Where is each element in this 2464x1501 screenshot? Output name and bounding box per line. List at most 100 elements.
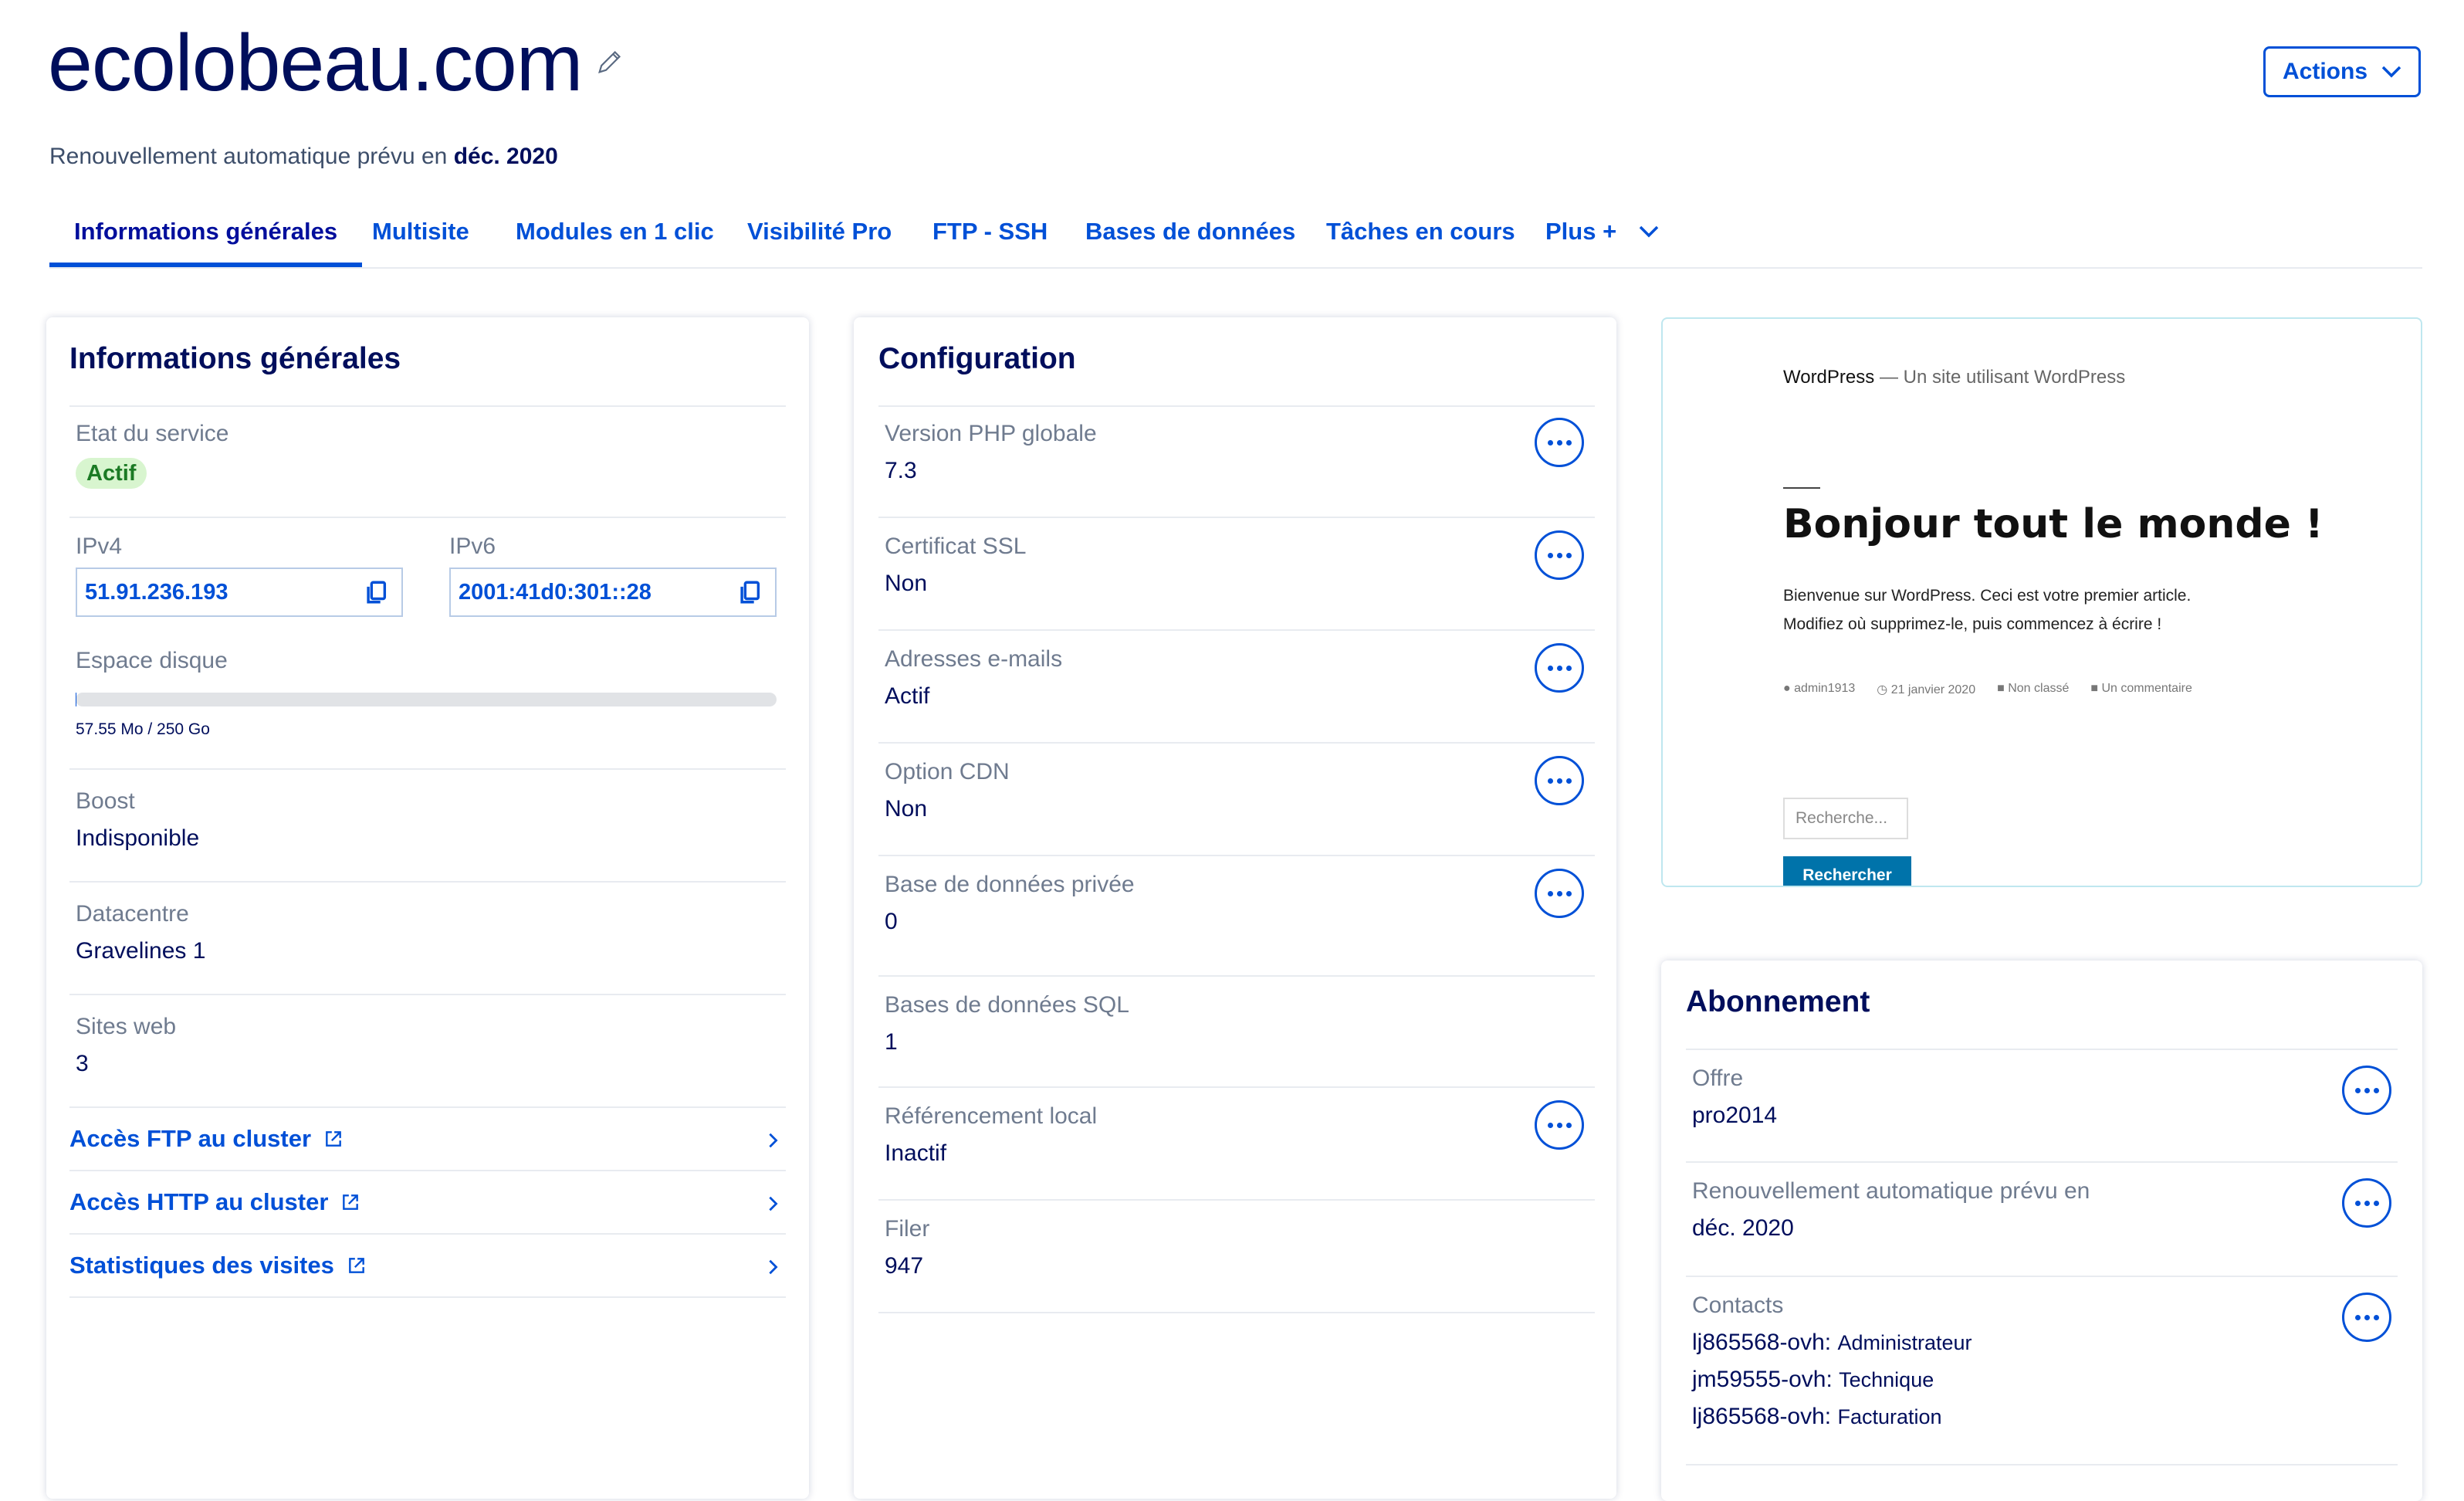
status-badge: Actif <box>76 458 147 489</box>
tab-divider <box>49 267 2422 269</box>
divider <box>69 994 786 995</box>
more-options-button[interactable] <box>1535 756 1584 805</box>
sql-db-label: Bases de données SQL <box>885 992 1129 1018</box>
more-options-button[interactable] <box>1535 869 1584 918</box>
websites-value: 3 <box>76 1051 89 1077</box>
divider <box>69 517 786 518</box>
more-options-button[interactable] <box>2342 1293 2391 1342</box>
card-title: Informations générales <box>69 342 401 376</box>
divider <box>878 742 1595 744</box>
tab-bar: Informations générales Multisite Modules… <box>49 208 2422 270</box>
ipv6-label: IPv6 <box>449 534 496 560</box>
more-options-button[interactable] <box>1535 643 1584 693</box>
emails-label: Adresses e-mails <box>885 646 1062 673</box>
copy-icon[interactable] <box>736 579 763 605</box>
page-title: ecolobeau.com <box>48 17 582 110</box>
filer-value: 947 <box>885 1253 923 1279</box>
private-db-label: Base de données privée <box>885 872 1135 898</box>
renewal-date: déc. 2020 <box>454 144 558 169</box>
external-link-icon <box>340 1192 360 1212</box>
chevron-right-icon[interactable] <box>764 1259 781 1276</box>
ipv4-field[interactable]: 51.91.236.193 <box>76 568 403 617</box>
wp-post-meta: ● admin1913 ◷ 21 janvier 2020 ■ Non clas… <box>1783 682 2192 697</box>
ssl-value: Non <box>885 571 927 597</box>
divider <box>878 975 1595 977</box>
external-link-icon <box>323 1129 344 1149</box>
disk-space-label: Espace disque <box>76 648 228 674</box>
php-version-label: Version PHP globale <box>885 421 1097 447</box>
divider <box>878 1199 1595 1201</box>
card-title: Configuration <box>878 342 1076 376</box>
wp-search-input: Recherche... <box>1783 798 1908 839</box>
more-options-button[interactable] <box>1535 418 1584 467</box>
tab-plus[interactable]: Plus + <box>1545 208 1660 268</box>
datacenter-value: Gravelines 1 <box>76 938 205 964</box>
card-title: Abonnement <box>1686 985 1870 1019</box>
contact-billing: lj865568-ovh: Facturation <box>1692 1404 1942 1430</box>
tab-informations-generales[interactable]: Informations générales <box>49 208 362 268</box>
disk-usage-bar <box>76 693 777 706</box>
visit-stats-link[interactable]: Statistiques des visites <box>69 1252 367 1279</box>
private-db-value: 0 <box>885 909 898 935</box>
offer-value: pro2014 <box>1692 1103 1777 1129</box>
ftp-cluster-link[interactable]: Accès FTP au cluster <box>69 1125 344 1153</box>
divider <box>69 768 786 770</box>
php-version-value: 7.3 <box>885 458 917 484</box>
divider <box>1686 1464 2398 1465</box>
filer-label: Filer <box>885 1216 929 1242</box>
wp-divider <box>1783 487 1820 489</box>
tab-bases-de-donnees[interactable]: Bases de données <box>1085 208 1295 268</box>
chevron-right-icon[interactable] <box>764 1195 781 1212</box>
tab-ftp-ssh[interactable]: FTP - SSH <box>932 208 1048 268</box>
chevron-down-icon <box>2380 64 2403 80</box>
boost-label: Boost <box>76 788 135 815</box>
chevron-right-icon[interactable] <box>764 1132 781 1149</box>
ipv4-label: IPv4 <box>76 534 122 560</box>
wp-category: ■ Non classé <box>1997 682 2069 697</box>
divider <box>878 855 1595 856</box>
local-seo-label: Référencement local <box>885 1103 1097 1130</box>
configuration-card: Configuration Version PHP globale 7.3 Ce… <box>854 317 1616 1499</box>
divider <box>69 1296 786 1298</box>
tab-multisite[interactable]: Multisite <box>372 208 469 268</box>
divider <box>1686 1276 2398 1277</box>
tab-modules[interactable]: Modules en 1 clic <box>516 208 714 268</box>
divider <box>878 517 1595 518</box>
tab-taches-en-cours[interactable]: Tâches en cours <box>1326 208 1515 268</box>
ipv6-field[interactable]: 2001:41d0:301::28 <box>449 568 777 617</box>
more-options-button[interactable] <box>2342 1178 2391 1228</box>
divider <box>69 405 786 407</box>
contact-tech: jm59555-ovh: Technique <box>1692 1367 1934 1393</box>
actions-button[interactable]: Actions <box>2263 46 2421 97</box>
disk-usage-text: 57.55 Mo / 250 Go <box>76 720 210 739</box>
renewal-label: Renouvellement automatique prévu en <box>1692 1178 2090 1205</box>
general-info-card: Informations générales Etat du service A… <box>46 317 809 1499</box>
sql-db-value: 1 <box>885 1029 898 1055</box>
websites-label: Sites web <box>76 1014 176 1040</box>
wp-post-title: Bonjour tout le monde ! <box>1783 501 2324 547</box>
wp-site-header: WordPress — Un site utilisant WordPress <box>1783 367 2125 388</box>
datacenter-label: Datacentre <box>76 901 189 927</box>
pencil-icon[interactable] <box>594 46 625 77</box>
divider <box>69 1170 786 1171</box>
external-link-icon <box>347 1255 367 1276</box>
tab-visibilite-pro[interactable]: Visibilité Pro <box>747 208 892 268</box>
wp-date: ◷ 21 janvier 2020 <box>1877 682 1975 697</box>
divider <box>878 405 1595 407</box>
divider <box>1686 1161 2398 1163</box>
wp-post-content: Bienvenue sur WordPress. Ceci est votre … <box>1783 581 2191 639</box>
chevron-down-icon <box>1637 224 1660 239</box>
more-options-button[interactable] <box>1535 530 1584 580</box>
website-preview[interactable]: WordPress — Un site utilisant WordPress … <box>1661 317 2422 887</box>
contact-admin: lj865568-ovh: Administrateur <box>1692 1330 1972 1356</box>
cdn-label: Option CDN <box>885 759 1010 785</box>
divider <box>878 1312 1595 1313</box>
subscription-card: Abonnement Offre pro2014 Renouvellement … <box>1661 961 2422 1501</box>
more-options-button[interactable] <box>2342 1066 2391 1115</box>
renewal-value: déc. 2020 <box>1692 1215 1794 1242</box>
service-state-label: Etat du service <box>76 421 228 447</box>
renewal-info: Renouvellement automatique prévu en déc.… <box>49 144 558 170</box>
http-cluster-link[interactable]: Accès HTTP au cluster <box>69 1188 360 1216</box>
copy-icon[interactable] <box>363 579 389 605</box>
more-options-button[interactable] <box>1535 1100 1584 1150</box>
